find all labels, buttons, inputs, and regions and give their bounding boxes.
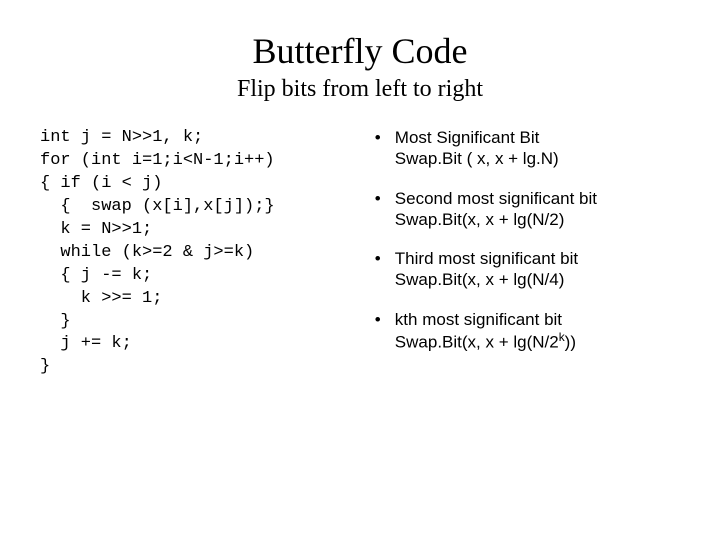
bullet-icon: •	[375, 188, 381, 209]
bullet-list-container: • Most Significant Bit Swap.Bit ( x, x +…	[373, 127, 680, 371]
slide-title: Butterfly Code	[40, 30, 680, 72]
list-item: • Most Significant Bit Swap.Bit ( x, x +…	[373, 127, 680, 170]
bullet-line1: Third most significant bit	[395, 249, 578, 268]
bullet-line2: Swap.Bit ( x, x + lg.N)	[395, 149, 559, 168]
bullet-line1: Second most significant bit	[395, 189, 597, 208]
content-columns: int j = N>>1, k; for (int i=1;i<N-1;i++)…	[40, 127, 680, 379]
bullet-list: • Most Significant Bit Swap.Bit ( x, x +…	[373, 127, 680, 353]
list-item: • Third most significant bit Swap.Bit(x,…	[373, 248, 680, 291]
bullet-line2-prefix: Swap.Bit(x, x + lg(N/2	[395, 332, 559, 351]
slide: Butterfly Code Flip bits from left to ri…	[0, 0, 720, 540]
bullet-icon: •	[375, 309, 381, 330]
code-block: int j = N>>1, k; for (int i=1;i<N-1;i++)…	[40, 127, 373, 379]
slide-subtitle: Flip bits from left to right	[40, 76, 680, 103]
bullet-line2: Swap.Bit(x, x + lg(N/4)	[395, 270, 565, 289]
bullet-line2-suffix: ))	[565, 332, 576, 351]
list-item: • kth most significant bit Swap.Bit(x, x…	[373, 309, 680, 353]
list-item: • Second most significant bit Swap.Bit(x…	[373, 188, 680, 231]
bullet-line1: Most Significant Bit	[395, 128, 540, 147]
bullet-icon: •	[375, 127, 381, 148]
bullet-icon: •	[375, 248, 381, 269]
bullet-line2: Swap.Bit(x, x + lg(N/2)	[395, 210, 565, 229]
bullet-line1: kth most significant bit	[395, 310, 562, 329]
